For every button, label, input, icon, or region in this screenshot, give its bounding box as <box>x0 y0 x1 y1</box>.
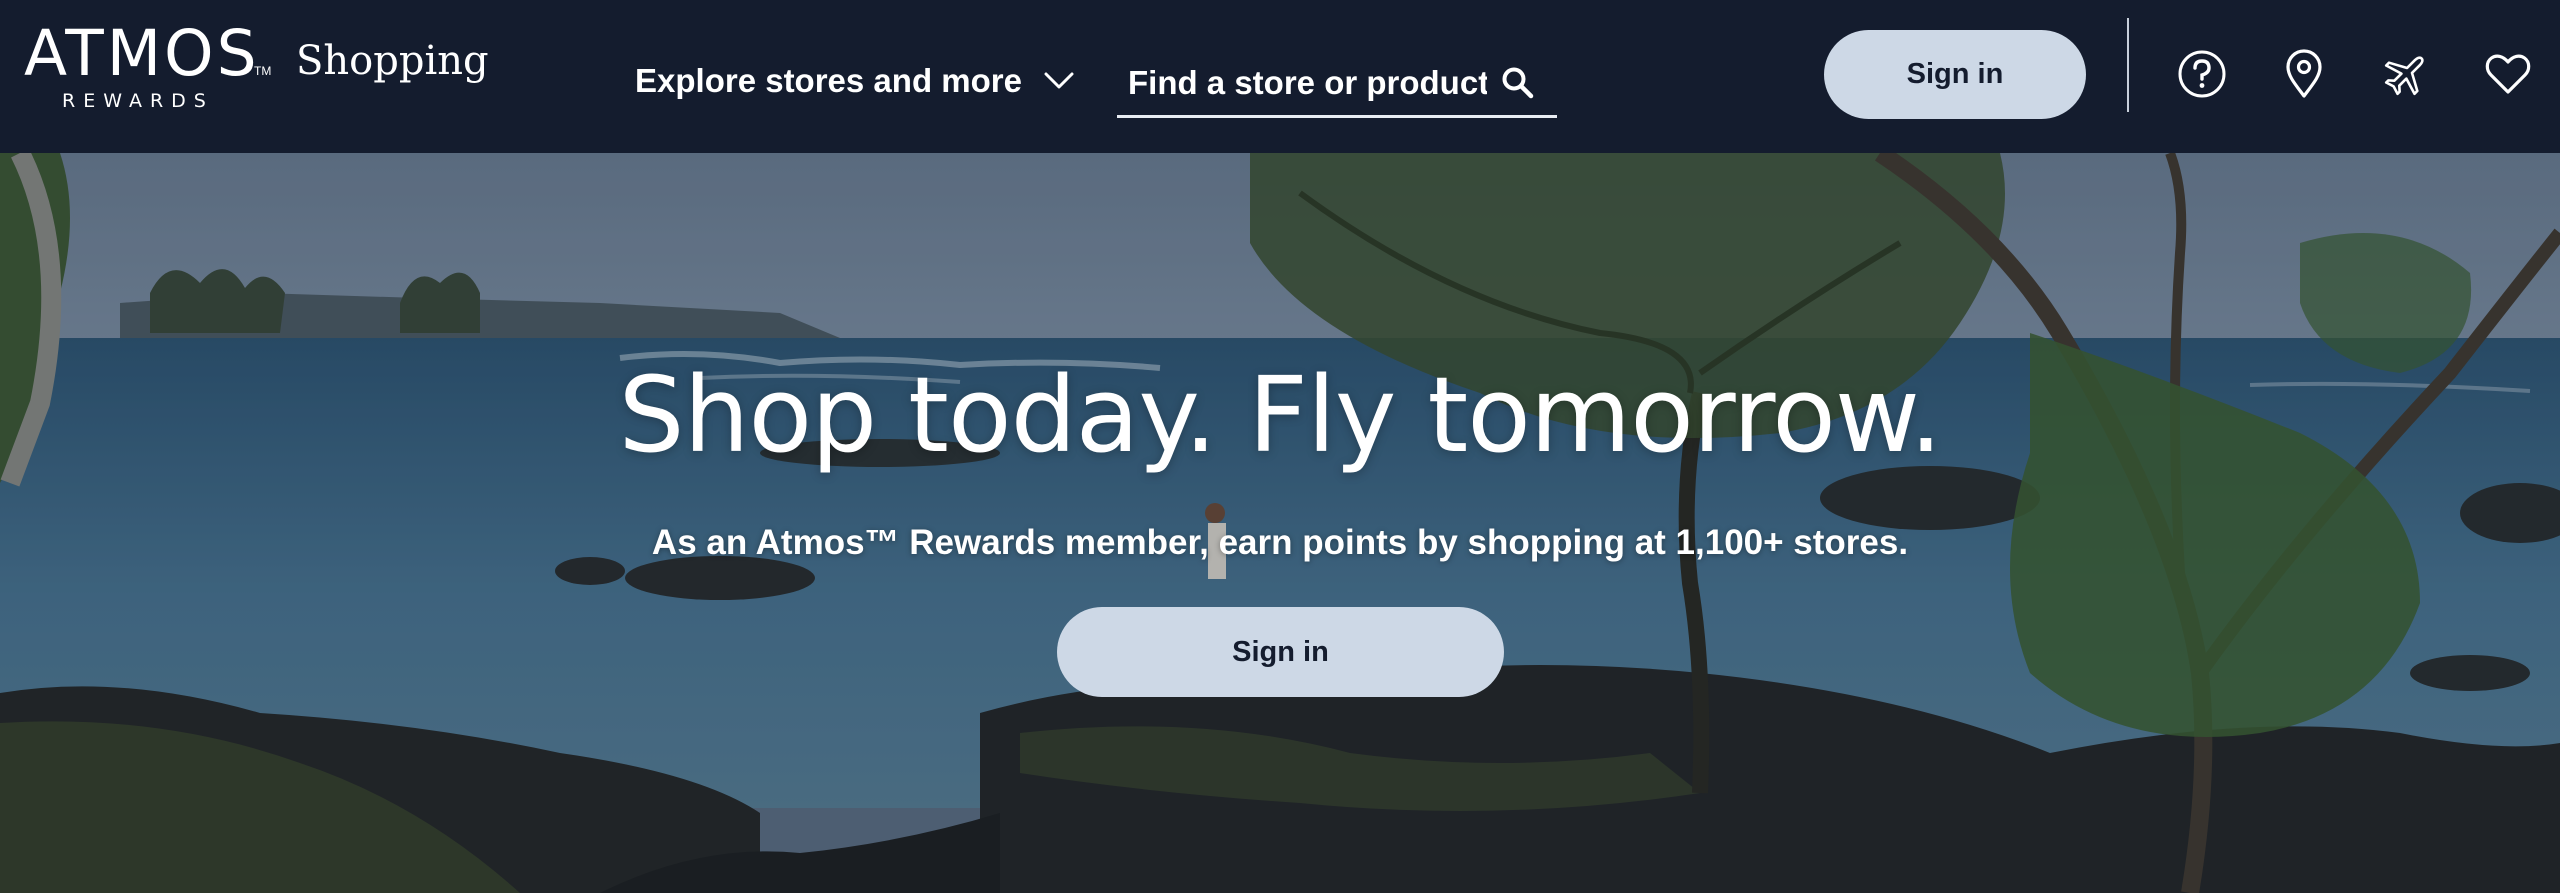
explore-stores-label: Explore stores and more <box>635 62 1022 99</box>
shopping-section-label: Shopping <box>296 38 489 84</box>
hero-subtitle: As an Atmos™ Rewards member, earn points… <box>651 523 1909 562</box>
header-divider <box>2127 18 2129 112</box>
favorites-button[interactable] <box>2482 48 2534 100</box>
logo-trademark: TM <box>254 64 272 78</box>
store-locator-button[interactable] <box>2278 48 2330 100</box>
search-icon[interactable] <box>1501 66 1535 100</box>
airplane-icon <box>2384 56 2424 96</box>
chevron-down-icon <box>1044 72 1074 89</box>
hero-title: Shop today. Fly tomorrow. <box>618 354 1943 476</box>
help-icon <box>2178 50 2226 98</box>
search-input[interactable] <box>1117 63 1487 102</box>
store-search <box>1117 50 1557 118</box>
logo-subtext: REWARDS <box>62 90 214 112</box>
atmos-rewards-logo[interactable]: ATMOS TM REWARDS <box>24 17 271 114</box>
top-nav-bar: ATMOS TM REWARDS Shopping Explore stores… <box>0 0 2560 153</box>
logo-wordmark: ATMOS <box>24 17 260 90</box>
help-button[interactable] <box>2176 48 2228 100</box>
heart-icon <box>2485 54 2531 94</box>
hero-banner: Shop today. Fly tomorrow. As an Atmos™ R… <box>0 153 2560 893</box>
header-sign-in-button[interactable]: Sign in <box>1824 30 2086 119</box>
hero-content: Shop today. Fly tomorrow. As an Atmos™ R… <box>0 153 2560 893</box>
hero-sign-in-button[interactable]: Sign in <box>1057 607 1504 697</box>
location-pin-icon <box>2286 49 2322 98</box>
flights-button[interactable] <box>2380 48 2432 100</box>
explore-stores-dropdown[interactable]: Explore stores and more <box>635 55 1074 107</box>
